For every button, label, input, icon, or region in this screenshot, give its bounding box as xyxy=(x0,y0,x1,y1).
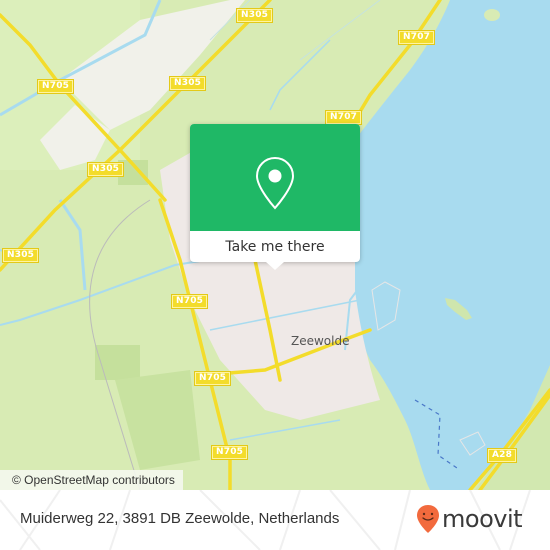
road-label-n705: N705 xyxy=(172,295,208,308)
city-label-zeewolde: Zeewolde xyxy=(291,334,350,348)
road-label-n305: N305 xyxy=(170,77,206,90)
address-text: Muiderweg 22, 3891 DB Zeewolde, Netherla… xyxy=(20,510,340,527)
road-label-n305: N305 xyxy=(88,163,124,176)
road-label-n707: N707 xyxy=(399,31,435,44)
popup-pointer xyxy=(266,262,284,270)
road-label-a28: A28 xyxy=(488,449,517,462)
take-me-there-button[interactable]: Take me there xyxy=(190,231,360,262)
location-pin-icon xyxy=(255,156,295,210)
map-view[interactable]: N305 N707 N705 N305 N707 N305 N305 N705 … xyxy=(0,0,550,490)
road-label-n305: N305 xyxy=(237,9,273,22)
popup-header xyxy=(190,124,360,231)
road-label-n705: N705 xyxy=(212,446,248,459)
road-label-n707: N707 xyxy=(326,111,362,124)
moovit-logo-text: moovit xyxy=(442,505,523,533)
map-attribution[interactable]: © OpenStreetMap contributors xyxy=(0,470,183,490)
location-popup: Take me there xyxy=(190,124,360,270)
moovit-logo[interactable]: moovit xyxy=(416,504,523,534)
road-label-n705: N705 xyxy=(195,372,231,385)
footer: Muiderweg 22, 3891 DB Zeewolde, Netherla… xyxy=(0,490,550,550)
road-label-n705: N705 xyxy=(38,80,74,93)
moovit-smile-pin-icon xyxy=(417,505,439,533)
road-label-n305: N305 xyxy=(3,249,39,262)
